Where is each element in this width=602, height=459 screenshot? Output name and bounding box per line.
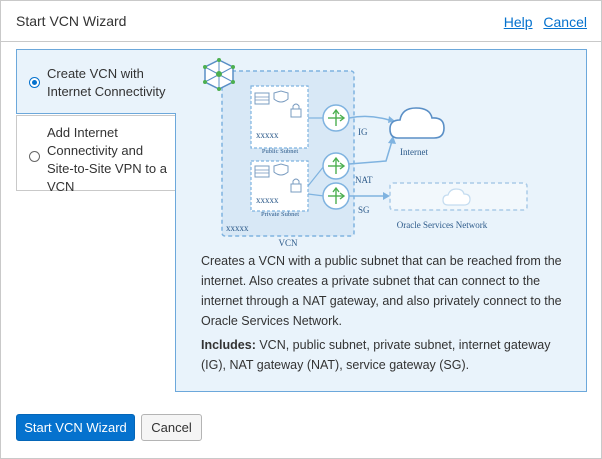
sg-label: SG	[358, 205, 370, 215]
internet-cloud-icon	[389, 107, 445, 139]
radio-add-connectivity[interactable]	[29, 151, 40, 162]
internet-label: Internet	[400, 147, 428, 157]
option-create-vcn[interactable]: Create VCN with Internet Connectivity	[16, 49, 176, 114]
includes-label: Includes:	[201, 338, 256, 352]
service-gateway-icon	[322, 182, 350, 210]
vcn-wizard-dialog: Start VCN Wizard Help Cancel Create VCN …	[0, 0, 602, 459]
vcn-placeholder: xxxxx	[226, 223, 249, 233]
internet-gateway-icon	[322, 104, 350, 132]
nat-label: NAT	[355, 175, 373, 185]
private-subnet-placeholder: xxxxx	[256, 195, 279, 205]
header-links: Help Cancel	[497, 14, 587, 30]
nat-gateway-icon	[322, 152, 350, 180]
option-create-vcn-label: Create VCN with Internet Connectivity	[47, 66, 166, 99]
cancel-link[interactable]: Cancel	[543, 14, 587, 30]
option-description: Creates a VCN with a public subnet that …	[201, 254, 562, 328]
dialog-header: Start VCN Wizard Help Cancel	[1, 1, 601, 42]
option-add-connectivity-label: Add Internet Connectivity and Site-to-Si…	[47, 125, 167, 194]
option-add-connectivity[interactable]: Add Internet Connectivity and Site-to-Si…	[16, 115, 176, 194]
start-vcn-wizard-button[interactable]: Start VCN Wizard	[16, 414, 135, 441]
help-link[interactable]: Help	[504, 14, 533, 30]
public-subnet-label: Public Subnet	[262, 148, 298, 155]
public-subnet-placeholder: xxxxx	[256, 130, 279, 140]
ig-label: IG	[358, 127, 368, 137]
includes-text: Includes: VCN, public subnet, private su…	[201, 335, 571, 375]
vcn-network-diagram: xxxxx Public Subnet xxxxx Private Subnet…	[203, 58, 528, 246]
private-subnet-label: Private Subnet	[261, 211, 299, 218]
cancel-button[interactable]: Cancel	[141, 414, 202, 441]
radio-create-vcn[interactable]	[29, 77, 40, 88]
oracle-services-label: Oracle Services Network	[397, 220, 488, 230]
dialog-body: Create VCN with Internet Connectivity Ad…	[1, 43, 601, 409]
vcn-label: VCN	[278, 238, 298, 246]
option-detail-panel: xxxxx Public Subnet xxxxx Private Subnet…	[175, 49, 587, 392]
dialog-title: Start VCN Wizard	[16, 13, 127, 29]
